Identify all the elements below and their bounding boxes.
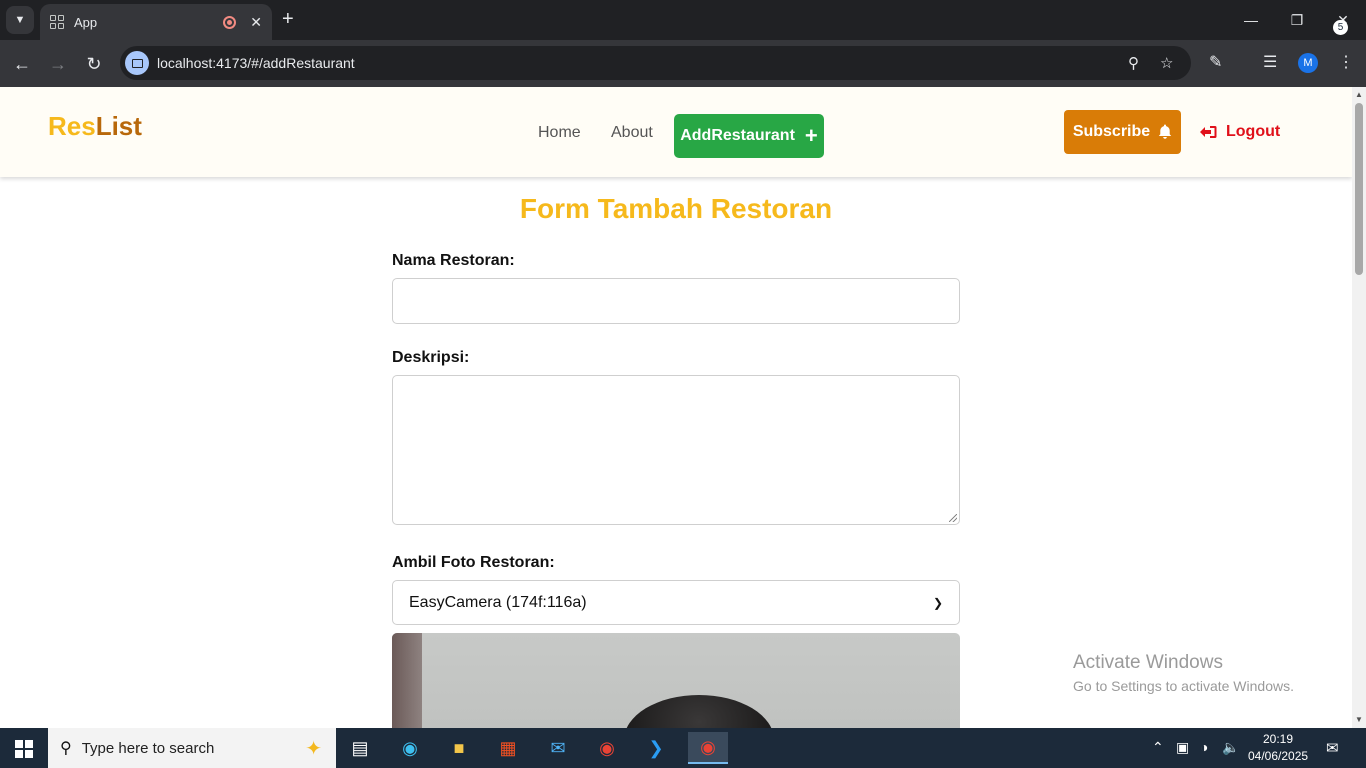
subscribe-label: Subscribe: [1072, 123, 1151, 140]
clock-time: 20:19: [1262, 732, 1294, 746]
media-controls-icon[interactable]: ☰: [1263, 52, 1277, 72]
browser-menu-icon[interactable]: ⋮: [1338, 52, 1354, 72]
restaurant-name-input[interactable]: [392, 278, 960, 324]
camera-preview-subject: [624, 695, 774, 728]
form-title: Form Tambah Restoran: [519, 193, 833, 224]
browser-tab[interactable]: App ✕: [40, 4, 272, 40]
site-header: ResList Home About AddRestaurant + Subsc…: [0, 87, 1352, 177]
microsoft-store-icon[interactable]: ▦: [491, 732, 525, 764]
logout-link[interactable]: Logout: [1200, 123, 1280, 141]
photo-label: Ambil Foto Restoran:: [392, 554, 555, 571]
activate-windows-watermark: Activate Windows Go to Settings to activ…: [1073, 652, 1294, 694]
tab-title: App: [74, 14, 98, 30]
logo-res-text: Res: [48, 111, 96, 141]
tab-search-button[interactable]: ▼: [6, 6, 34, 34]
address-bar[interactable]: localhost:4173/#/addRestaurant ⚲ ☆: [120, 46, 1191, 80]
description-label: Deskripsi:: [392, 349, 470, 366]
notification-center-icon[interactable]: ✉: [1326, 739, 1339, 757]
nav-home-link[interactable]: Home: [538, 124, 581, 142]
vscode-icon[interactable]: ❯: [639, 732, 673, 764]
windows-taskbar: ⚲ Type here to search ✦ ▤ ◉ ■ ▦ ✉ ◉ ❯ ◉ …: [0, 728, 1366, 768]
back-button[interactable]: ←: [10, 52, 34, 76]
taskbar-clock[interactable]: 20:19 04/06/2025: [1248, 731, 1308, 765]
activate-line2: Go to Settings to activate Windows.: [1073, 678, 1294, 694]
add-restaurant-label: AddRestaurant: [680, 127, 795, 144]
windows-start-icon[interactable]: [15, 740, 33, 758]
recording-icon: [223, 15, 237, 29]
browser-tabstrip: ▼ App ✕ + — ❐ ✕: [0, 0, 1366, 40]
browser-toolbar: ← → ↻ localhost:4173/#/addRestaurant ⚲ ☆…: [0, 40, 1366, 87]
chevron-down-icon: ❯: [932, 595, 943, 610]
file-explorer-icon[interactable]: ■: [442, 732, 476, 764]
volume-icon[interactable]: 🔈: [1222, 739, 1239, 756]
network-icon[interactable]: ◑: [1200, 739, 1208, 755]
nav-about-link[interactable]: About: [611, 124, 653, 142]
logout-icon: [1200, 126, 1217, 138]
scroll-up-icon[interactable]: ▲: [1355, 90, 1363, 99]
location-pin-icon[interactable]: ⚲: [1128, 54, 1139, 72]
scrollbar-thumb[interactable]: [1355, 103, 1363, 275]
mail-icon[interactable]: ✉: [541, 732, 575, 764]
add-restaurant-button[interactable]: AddRestaurant +: [674, 114, 824, 158]
camera-preview-edge: [392, 633, 422, 728]
forward-button[interactable]: →: [46, 52, 70, 76]
new-tab-button[interactable]: +: [282, 8, 294, 31]
task-view-icon[interactable]: ▤: [343, 732, 377, 764]
logout-label: Logout: [1226, 123, 1281, 140]
subscribe-button[interactable]: Subscribe: [1064, 110, 1181, 154]
page-viewport: ResList Home About AddRestaurant + Subsc…: [0, 87, 1352, 728]
camera-preview: [392, 633, 960, 728]
scroll-down-icon[interactable]: ▼: [1355, 715, 1363, 724]
tray-overflow-icon[interactable]: ⌃: [1152, 739, 1164, 756]
taskbar-search-placeholder: Type here to search: [81, 739, 215, 757]
taskbar-search-box[interactable]: ⚲ Type here to search ✦: [48, 728, 336, 768]
edge-browser-icon[interactable]: ◉: [393, 732, 427, 764]
logo-list-text: List: [95, 111, 142, 141]
bell-icon: [1158, 124, 1172, 139]
restore-button[interactable]: ❐: [1274, 0, 1320, 40]
camera-in-use-icon[interactable]: [125, 51, 149, 75]
camera-select-value: EasyCamera (174f:116a): [409, 593, 587, 611]
clock-date: 04/06/2025: [1248, 749, 1309, 763]
camera-select[interactable]: EasyCamera (174f:116a) ❯: [392, 580, 960, 625]
app-grid-icon: [50, 15, 64, 29]
description-textarea[interactable]: [392, 375, 960, 525]
name-label: Nama Restoran:: [392, 252, 515, 269]
meet-now-icon[interactable]: ▣: [1176, 739, 1189, 756]
profile-avatar[interactable]: M: [1298, 53, 1318, 73]
minimize-button[interactable]: —: [1228, 0, 1274, 40]
activate-line1: Activate Windows: [1073, 652, 1223, 673]
chrome-profile-m-icon[interactable]: ◉: [688, 732, 728, 764]
address-url: localhost:4173/#/addRestaurant: [157, 55, 355, 71]
copilot-sparkle-icon: ✦: [305, 737, 322, 760]
chrome-profile-y-icon[interactable]: ◉: [590, 732, 624, 764]
tab-close-icon[interactable]: ✕: [250, 14, 262, 31]
notification-count-badge: 5: [1333, 20, 1348, 35]
page-scrollbar[interactable]: ▲ ▼: [1352, 87, 1366, 728]
extensions-icon[interactable]: ✎: [1209, 52, 1222, 72]
search-icon: ⚲: [60, 740, 72, 757]
plus-icon: +: [804, 123, 818, 148]
reload-button[interactable]: ↻: [82, 52, 106, 76]
site-logo[interactable]: ResList: [48, 111, 142, 142]
bookmark-star-icon[interactable]: ☆: [1160, 54, 1173, 72]
